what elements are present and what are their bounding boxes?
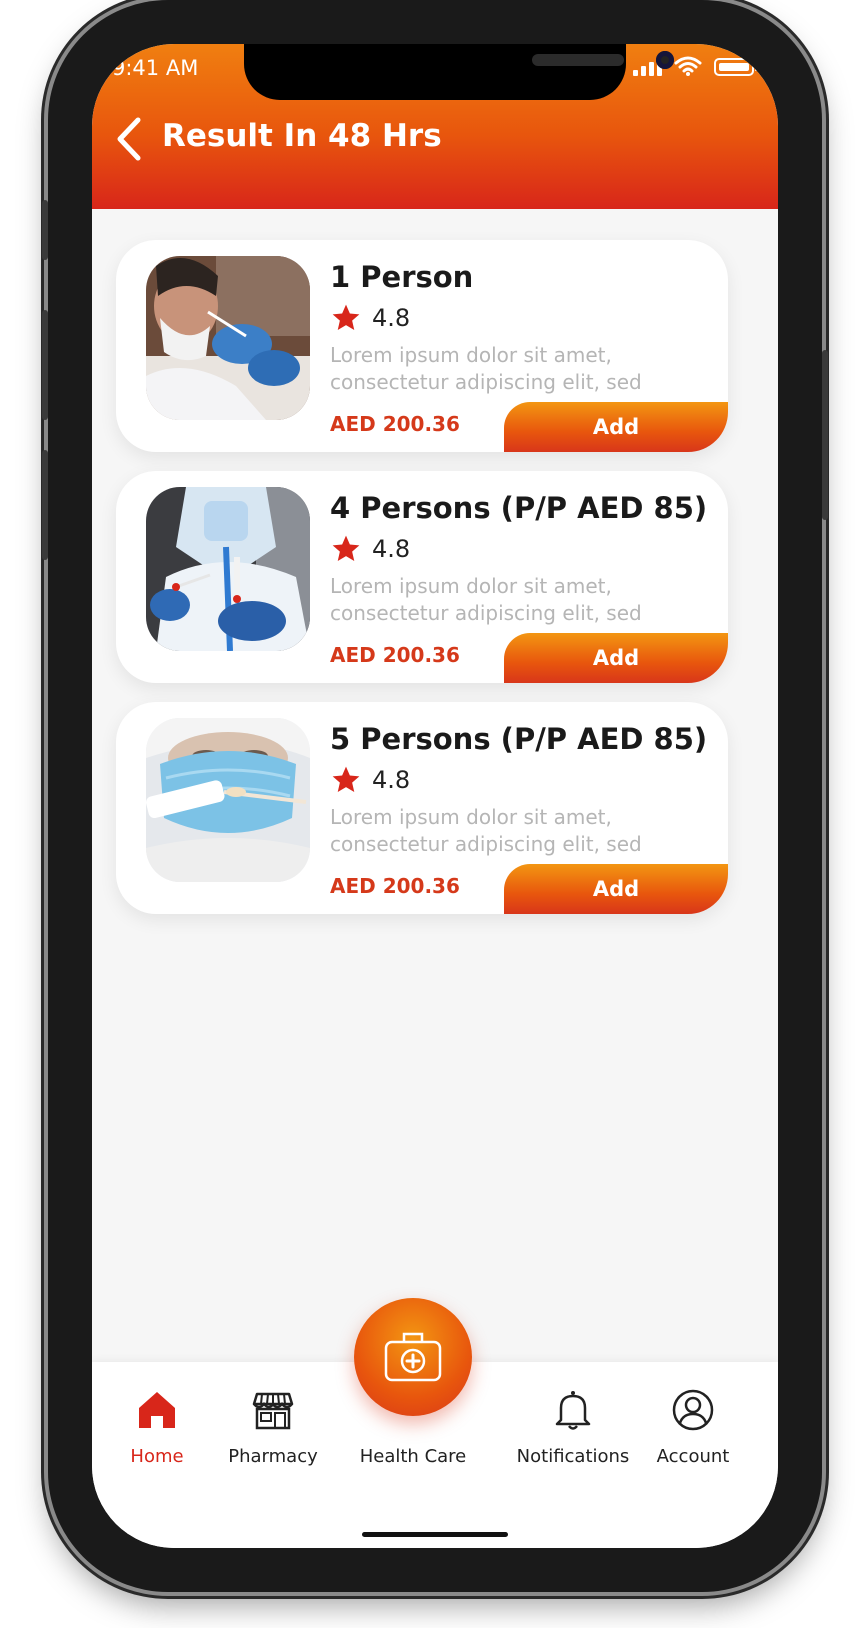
volume-up-button	[42, 310, 48, 420]
product-description: Lorem ipsum dolor sit amet, consectetur …	[330, 573, 690, 627]
tab-label: Account	[656, 1446, 730, 1467]
tab-account[interactable]: Account	[628, 1362, 758, 1482]
wifi-icon	[674, 56, 702, 76]
health-care-fab[interactable]	[354, 1298, 472, 1416]
rating-value: 4.8	[372, 304, 411, 332]
tab-label: Notifications	[516, 1446, 630, 1467]
product-description: Lorem ipsum dolor sit amet, consectetur …	[330, 804, 690, 858]
star-icon	[332, 535, 360, 561]
rating-value: 4.8	[372, 766, 411, 794]
product-title: 5 Persons (P/P AED 85)	[330, 722, 708, 756]
rating: 4.8	[330, 764, 410, 796]
bell-icon	[555, 1391, 591, 1430]
product-card[interactable]: 4 Persons (P/P AED 85) 4.8 Lorem ipsum d…	[116, 471, 728, 683]
description-line: Lorem ipsum dolor sit amet,	[330, 574, 612, 598]
tab-notifications[interactable]: Notifications	[508, 1362, 638, 1482]
rating: 4.8	[330, 302, 410, 334]
speaker	[532, 54, 624, 66]
home-icon	[139, 1392, 175, 1428]
tab-label: Home	[130, 1446, 184, 1467]
product-title: 1 Person	[330, 260, 474, 294]
tab-health-care-label[interactable]: Health Care	[324, 1446, 502, 1467]
phone-frame: 9:41 AM Result In 48 Hrs 1 Person 4.8 Lo…	[42, 0, 828, 1592]
battery-icon	[714, 58, 758, 76]
app-screen: 9:41 AM Result In 48 Hrs 1 Person 4.8 Lo…	[92, 44, 778, 1548]
add-button[interactable]: Add	[504, 402, 728, 452]
user-icon	[672, 1389, 714, 1431]
product-image	[146, 487, 310, 651]
medical-kit-icon	[384, 1332, 442, 1382]
tab-pharmacy[interactable]: Pharmacy	[208, 1362, 338, 1482]
add-button[interactable]: Add	[504, 864, 728, 914]
product-price: AED 200.36	[330, 412, 460, 436]
description-line: Lorem ipsum dolor sit amet,	[330, 343, 612, 367]
product-image	[146, 718, 310, 882]
description-line: Lorem ipsum dolor sit amet,	[330, 805, 612, 829]
description-line: consectetur adipiscing elit, sed	[330, 370, 642, 394]
page-title: Result In 48 Hrs	[162, 118, 442, 154]
rating-value: 4.8	[372, 535, 411, 563]
power-button	[822, 350, 828, 520]
product-image	[146, 256, 310, 420]
star-icon	[332, 304, 360, 330]
add-button[interactable]: Add	[504, 633, 728, 683]
status-time: 9:41 AM	[112, 56, 199, 80]
product-card[interactable]: 5 Persons (P/P AED 85) 4.8 Lorem ipsum d…	[116, 702, 728, 914]
product-title: 4 Persons (P/P AED 85)	[330, 491, 708, 525]
pharmacy-store-icon	[252, 1392, 294, 1430]
description-line: consectetur adipiscing elit, sed	[330, 832, 642, 856]
product-card[interactable]: 1 Person 4.8 Lorem ipsum dolor sit amet,…	[116, 240, 728, 452]
tab-home[interactable]: Home	[92, 1362, 222, 1482]
home-indicator	[362, 1532, 508, 1537]
tab-label: Pharmacy	[228, 1446, 318, 1467]
rating: 4.8	[330, 533, 410, 565]
product-price: AED 200.36	[330, 874, 460, 898]
mute-switch	[42, 200, 48, 260]
product-price: AED 200.36	[330, 643, 460, 667]
back-chevron-icon[interactable]	[112, 116, 148, 162]
header: 9:41 AM Result In 48 Hrs	[92, 44, 778, 209]
product-description: Lorem ipsum dolor sit amet, consectetur …	[330, 342, 690, 396]
volume-down-button	[42, 450, 48, 560]
notch	[244, 44, 674, 100]
star-icon	[332, 766, 360, 792]
status-icons	[633, 56, 758, 76]
description-line: consectetur adipiscing elit, sed	[330, 601, 642, 625]
front-camera	[656, 51, 674, 69]
